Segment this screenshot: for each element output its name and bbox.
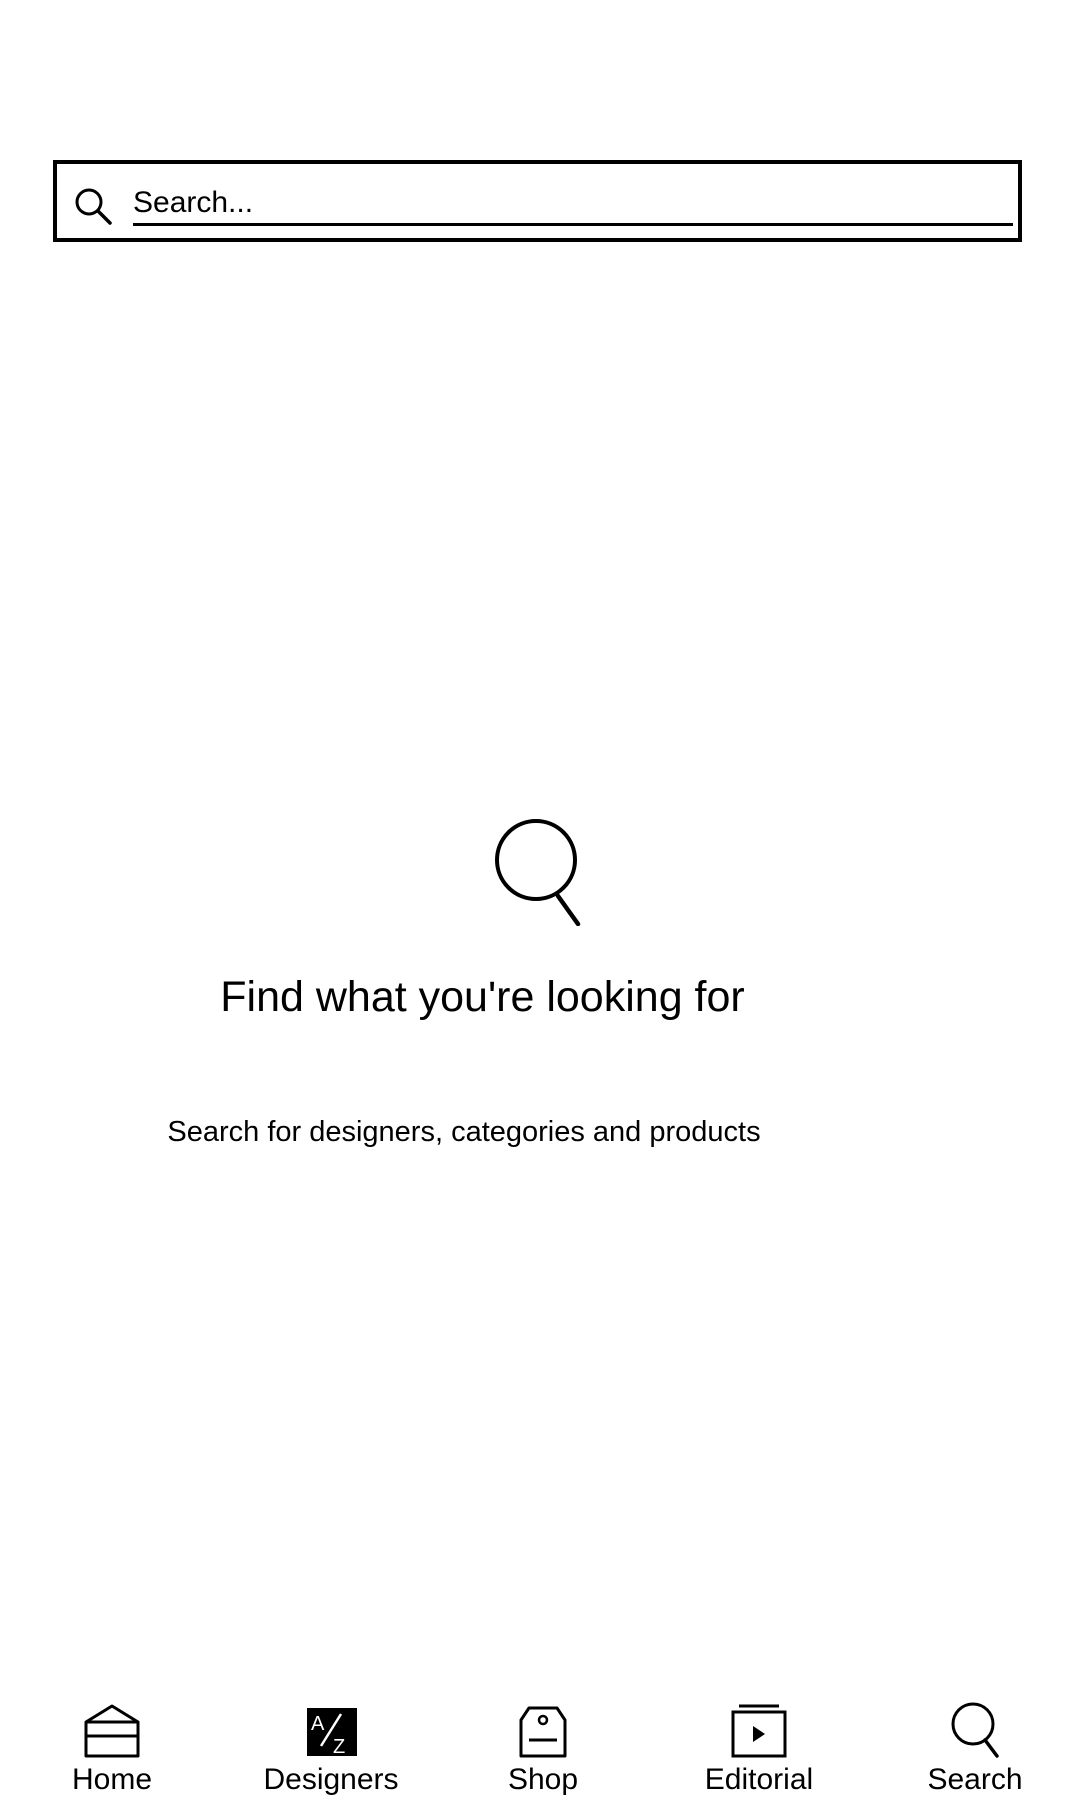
nav-label-editorial: Editorial bbox=[704, 1763, 814, 1796]
nav-item-shop[interactable]: Shop bbox=[443, 1690, 643, 1800]
empty-state-subtitle: Search for designers, categories and pro… bbox=[167, 1116, 761, 1148]
az-icon: A Z bbox=[307, 1708, 357, 1758]
search-input[interactable] bbox=[133, 182, 1013, 226]
nav-label-search: Search bbox=[927, 1763, 1023, 1796]
shopping-bag-icon bbox=[519, 1706, 567, 1758]
nav-label-home: Home bbox=[71, 1763, 153, 1796]
nav-item-editorial[interactable]: Editorial bbox=[659, 1690, 859, 1800]
search-bar[interactable] bbox=[53, 160, 1022, 242]
nav-label-shop: Shop bbox=[507, 1763, 579, 1796]
editorial-play-icon bbox=[731, 1704, 787, 1758]
home-icon bbox=[84, 1704, 140, 1758]
search-icon bbox=[75, 188, 112, 225]
nav-label-designers: Designers bbox=[263, 1763, 399, 1796]
empty-state-title: Find what you're looking for bbox=[220, 973, 745, 1021]
nav-item-designers[interactable]: A Z Designers bbox=[231, 1690, 431, 1800]
nav-item-home[interactable]: Home bbox=[12, 1690, 212, 1800]
bottom-navigation: Home A Z Designers Shop Editorial Search bbox=[0, 1690, 1080, 1800]
svg-text:A: A bbox=[311, 1713, 325, 1735]
nav-item-search[interactable]: Search bbox=[875, 1690, 1075, 1800]
search-icon bbox=[495, 819, 581, 926]
search-icon bbox=[951, 1702, 999, 1758]
svg-text:Z: Z bbox=[333, 1736, 345, 1758]
